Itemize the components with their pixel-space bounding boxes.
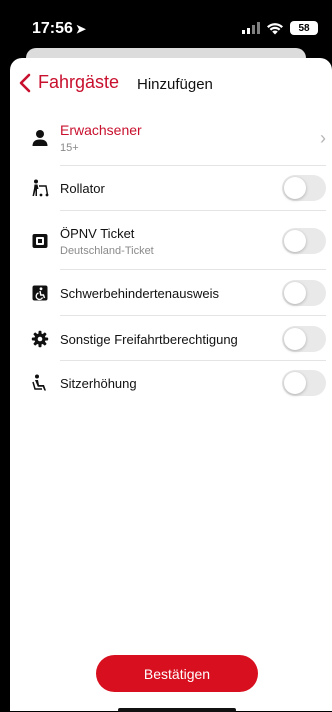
- battery-indicator: 58: [290, 21, 318, 35]
- gear-icon: [30, 330, 50, 348]
- toggle-knob: [284, 328, 306, 350]
- chevron-right-icon: ›: [320, 127, 326, 148]
- child-seat-icon: [30, 374, 50, 392]
- back-label: Fahrgäste: [38, 72, 120, 92]
- status-icons: 58: [242, 21, 318, 35]
- person-icon: [30, 129, 50, 147]
- divider: [60, 315, 326, 316]
- wifi-icon: [267, 22, 283, 34]
- page-title: Hinzufügen: [137, 76, 213, 93]
- sitzerhoehung-toggle[interactable]: [282, 370, 326, 396]
- divider: [60, 269, 326, 270]
- divider: [60, 165, 326, 166]
- oepnv-label: ÖPNV Ticket: [60, 225, 135, 241]
- chevron-left-icon: [19, 73, 31, 92]
- schwerbehindert-toggle[interactable]: [282, 280, 326, 306]
- location-arrow-icon: ➤: [75, 22, 86, 36]
- oepnv-sub: Deutschland-Ticket: [60, 244, 154, 257]
- sonstige-toggle[interactable]: [282, 326, 326, 352]
- sitzerhoehung-label: Sitzerhöhung: [60, 375, 137, 391]
- row-oepnv-ticket: ÖPNV Ticket Deutschland-Ticket: [30, 221, 326, 261]
- schwerbehindert-label: Schwerbehindertenausweis: [60, 285, 219, 301]
- toggle-knob: [284, 230, 306, 252]
- passenger-type-adult[interactable]: Erwachsener 15+ ›: [30, 118, 326, 158]
- rollator-icon: [30, 179, 50, 197]
- adult-age-range: 15+: [60, 142, 79, 154]
- adult-label: Erwachsener: [60, 122, 142, 138]
- toggle-knob: [284, 372, 306, 394]
- oepnv-toggle[interactable]: [282, 228, 326, 254]
- sonstige-label: Sonstige Freifahrtberechtigung: [60, 331, 238, 347]
- rollator-label: Rollator: [60, 180, 105, 196]
- clock: 17:56: [32, 20, 73, 37]
- divider: [60, 360, 326, 361]
- divider: [60, 210, 326, 211]
- ticket-icon: [30, 232, 50, 250]
- home-indicator: [118, 708, 236, 712]
- status-time: 17:56 ➤: [32, 20, 86, 38]
- cellular-signal-icon: [242, 22, 260, 34]
- rollator-toggle[interactable]: [282, 175, 326, 201]
- row-sitzerhoehung: Sitzerhöhung: [30, 370, 326, 396]
- row-rollator: Rollator: [30, 175, 326, 201]
- row-sonstige: Sonstige Freifahrtberechtigung: [30, 326, 326, 352]
- toggle-knob: [284, 282, 306, 304]
- confirm-button[interactable]: Bestätigen: [96, 655, 258, 692]
- modal-sheet: Fahrgäste Hinzufügen Erwachsener 15+ › R…: [10, 58, 332, 712]
- toggle-knob: [284, 177, 306, 199]
- disability-id-icon: [30, 284, 50, 302]
- back-button[interactable]: Fahrgäste: [18, 72, 119, 93]
- row-schwerbehinderung: Schwerbehindertenausweis: [30, 280, 326, 306]
- nav-bar: Fahrgäste Hinzufügen: [10, 70, 332, 102]
